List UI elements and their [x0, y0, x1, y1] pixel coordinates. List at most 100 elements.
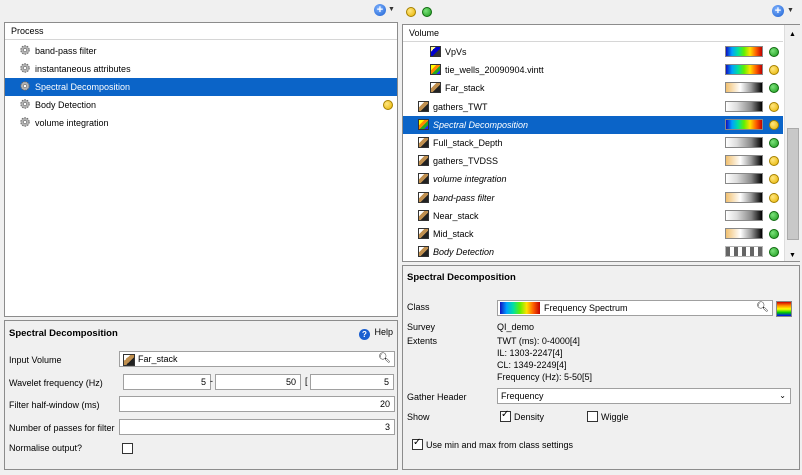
- wavelet-step-bracket: [: [305, 376, 308, 386]
- volume-row[interactable]: Full_stack_Depth: [403, 134, 783, 152]
- gear-icon: [19, 98, 31, 110]
- status-yellow-icon[interactable]: [769, 101, 779, 112]
- volume-row[interactable]: band-pass filter: [403, 189, 783, 207]
- status-green-icon[interactable]: [769, 229, 779, 239]
- volume-row[interactable]: tie_wells_20090904.vintt: [403, 61, 783, 79]
- status-yellow-icon[interactable]: [769, 174, 779, 185]
- volume-icon: [430, 64, 441, 76]
- scroll-up-arrow-icon[interactable]: ▲: [785, 31, 800, 38]
- status-yellow-indicator[interactable]: [406, 7, 416, 17]
- status-yellow-icon[interactable]: [769, 65, 779, 76]
- status-green-icon[interactable]: [769, 47, 779, 57]
- process-item-label: volume integration: [35, 118, 109, 128]
- search-icon[interactable]: 🔍︎: [378, 352, 391, 366]
- process-item[interactable]: Spectral Decomposition: [5, 78, 397, 96]
- process-item[interactable]: band-pass filter: [5, 42, 397, 60]
- add-volume-dropdown-icon[interactable]: ▼: [787, 7, 794, 14]
- minmax-checkbox[interactable]: [412, 437, 423, 450]
- status-yellow-icon[interactable]: [769, 192, 779, 203]
- volume-row[interactable]: gathers_TWT: [403, 98, 783, 116]
- volume-row[interactable]: volume integration: [403, 170, 783, 188]
- input-volume-value: Far_stack: [138, 354, 178, 364]
- volume-label: Far_stack: [445, 83, 485, 94]
- colorbar-icon[interactable]: [725, 46, 763, 57]
- colorbar-icon[interactable]: [725, 246, 763, 258]
- volume-row[interactable]: gathers_TVDSS: [403, 152, 783, 170]
- volume-column-header[interactable]: Volume: [403, 25, 783, 42]
- status-green-icon[interactable]: [769, 138, 779, 148]
- status-green-indicator[interactable]: [422, 7, 432, 17]
- normalise-checkbox[interactable]: [122, 443, 133, 454]
- colorbar-icon[interactable]: [725, 118, 763, 130]
- status-green-icon[interactable]: [769, 210, 779, 221]
- volume-list: VpVs tie_wells_20090904.vintt Far_stackgat…: [403, 43, 783, 261]
- colorbar-icon[interactable]: [725, 228, 763, 239]
- help-label: Help: [374, 327, 394, 337]
- colorbar-icon[interactable]: [725, 191, 763, 203]
- gather-header-value: Frequency: [501, 391, 544, 401]
- volume-row[interactable]: Far_stack: [403, 79, 783, 97]
- process-item[interactable]: volume integration: [5, 114, 397, 132]
- help-button[interactable]: ? Help: [359, 327, 393, 340]
- volume-icon: [418, 155, 429, 167]
- colorbar-icon[interactable]: [725, 64, 763, 76]
- show-label: Show: [407, 412, 430, 422]
- input-volume-label: Input Volume: [9, 355, 62, 365]
- status-yellow-icon: [383, 100, 393, 110]
- volume-icon: [418, 118, 429, 130]
- scrollbar-thumb[interactable]: [787, 128, 799, 240]
- gear-icon: [19, 80, 31, 92]
- extents-line-twt: TWT (ms): 0-4000[4]: [497, 336, 580, 346]
- wavelet-from-field[interactable]: 5: [123, 374, 211, 390]
- gather-header-select[interactable]: Frequency ⌄: [497, 388, 791, 404]
- process-item-label: instantaneous attributes: [35, 64, 131, 74]
- survey-value: QI_demo: [497, 322, 535, 332]
- add-process-button[interactable]: +: [374, 4, 386, 16]
- colorbar-icon[interactable]: [725, 155, 763, 167]
- volume-label: Near_stack: [433, 210, 479, 221]
- colorbar-icon[interactable]: [725, 209, 763, 221]
- scroll-down-arrow-icon[interactable]: ▼: [785, 252, 800, 259]
- chevron-down-icon[interactable]: ⌄: [779, 389, 786, 403]
- wiggle-checkbox[interactable]: [587, 411, 598, 422]
- input-volume-field[interactable]: Far_stack 🔍︎: [119, 351, 395, 367]
- process-item[interactable]: instantaneous attributes: [5, 60, 397, 78]
- volume-label: Body Detection: [433, 247, 495, 258]
- volume-row[interactable]: Body Detection: [403, 243, 783, 261]
- volume-list-scrollbar[interactable]: ▲ ▼: [784, 25, 800, 261]
- status-green-icon[interactable]: [769, 83, 779, 94]
- extents-label: Extents: [407, 336, 438, 346]
- status-yellow-icon[interactable]: [769, 119, 779, 130]
- volume-row[interactable]: Near_stack: [403, 207, 783, 225]
- passes-field[interactable]: 3: [119, 419, 395, 435]
- wavelet-step-field[interactable]: 5: [310, 374, 394, 390]
- params-panel: Spectral Decomposition ? Help Input Volu…: [4, 320, 398, 470]
- colorbar-icon[interactable]: [725, 137, 763, 148]
- colorbar-icon[interactable]: [725, 173, 763, 185]
- class-colorbar-icon[interactable]: [776, 301, 792, 317]
- details-title: Spectral Decomposition: [407, 272, 516, 283]
- volume-row[interactable]: Mid_stack: [403, 225, 783, 243]
- colorbar-icon[interactable]: [725, 100, 763, 112]
- add-volume-button[interactable]: +: [772, 5, 784, 17]
- process-item[interactable]: Body Detection: [5, 96, 397, 114]
- volume-row[interactable]: VpVs: [403, 43, 783, 61]
- class-value: Frequency Spectrum: [544, 303, 628, 313]
- status-green-icon[interactable]: [769, 247, 779, 258]
- colorbar-icon[interactable]: [725, 82, 763, 94]
- process-list-panel: Process band-pass filter instantaneous at…: [4, 22, 398, 317]
- filter-halfwindow-field[interactable]: 20: [119, 396, 395, 412]
- volume-icon: [418, 246, 429, 258]
- density-checkbox[interactable]: [500, 409, 511, 422]
- class-search-icon[interactable]: 🔍︎: [756, 301, 769, 315]
- volume-icon: [430, 82, 441, 94]
- class-label: Class: [407, 302, 430, 312]
- status-yellow-icon[interactable]: [769, 156, 779, 167]
- class-field[interactable]: Frequency Spectrum 🔍︎: [497, 300, 773, 316]
- volume-row[interactable]: Spectral Decomposition: [403, 115, 783, 134]
- volume-label: Mid_stack: [433, 229, 474, 239]
- extents-line-cl: CL: 1349-2249[4]: [497, 360, 567, 370]
- add-process-dropdown-icon[interactable]: ▼: [388, 6, 395, 13]
- process-column-header[interactable]: Process: [5, 23, 397, 40]
- wavelet-to-field[interactable]: 50: [215, 374, 301, 390]
